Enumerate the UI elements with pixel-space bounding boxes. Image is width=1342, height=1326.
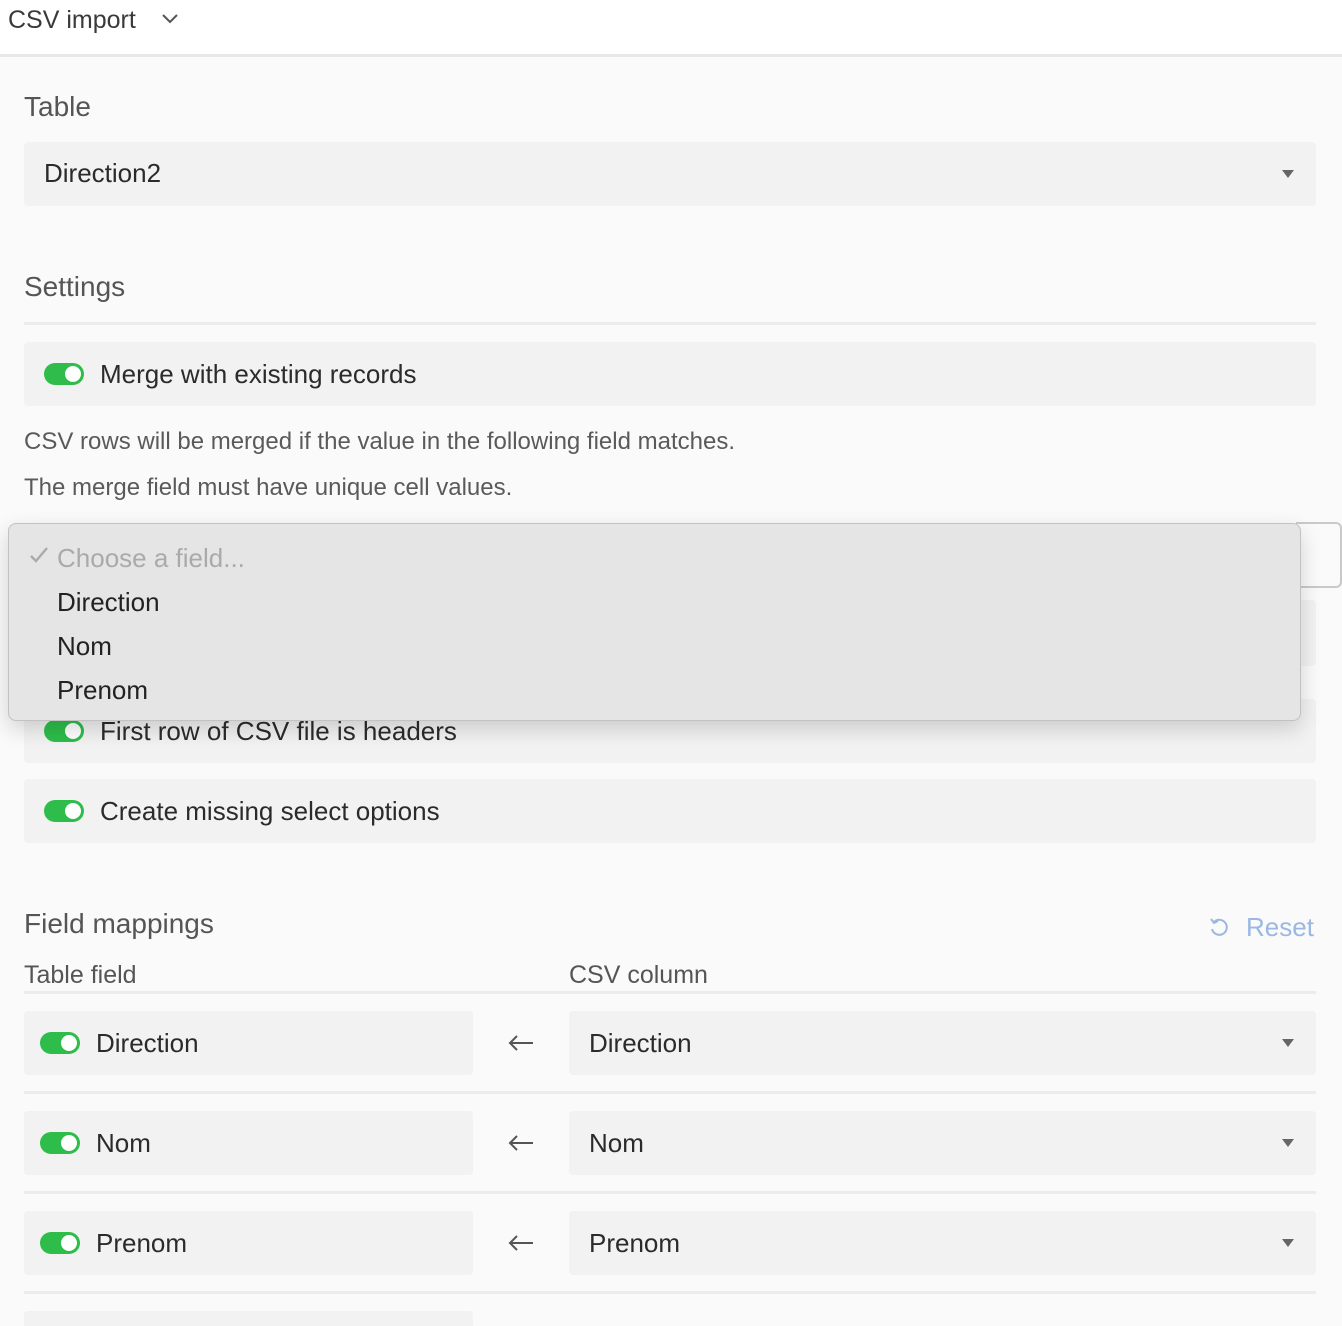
settings-heading: Settings bbox=[24, 271, 126, 302]
csv-column-value: Prenom bbox=[589, 1228, 681, 1258]
mapping-toggle[interactable] bbox=[40, 1032, 80, 1054]
import-mode-title[interactable]: CSV import bbox=[8, 6, 136, 35]
mapping-table-field-label: Nom bbox=[96, 1128, 151, 1158]
csv-column-value: Nom bbox=[589, 1128, 644, 1158]
caret-down-icon bbox=[1282, 1139, 1294, 1147]
mapping-row-table-field bbox=[24, 1311, 473, 1326]
mapping-toggle[interactable] bbox=[40, 1232, 80, 1254]
arrow-left-icon bbox=[508, 1035, 533, 1051]
arrow-left-icon bbox=[508, 1135, 533, 1151]
divider bbox=[24, 1091, 1316, 1094]
caret-down-icon bbox=[1282, 1039, 1294, 1047]
caret-down-icon bbox=[1282, 1239, 1294, 1247]
mapping-row-table-field: Prenom bbox=[24, 1211, 473, 1275]
caret-down-icon bbox=[1282, 170, 1294, 178]
menu-option-direction[interactable]: Direction bbox=[57, 587, 160, 618]
reset-icon[interactable] bbox=[1208, 916, 1230, 938]
create-options-toggle[interactable] bbox=[44, 800, 84, 822]
chevron-down-icon[interactable] bbox=[160, 12, 180, 26]
csv-column-value: Direction bbox=[589, 1028, 692, 1058]
merge-label: Merge with existing records bbox=[100, 359, 417, 389]
divider bbox=[24, 1191, 1316, 1194]
divider bbox=[24, 322, 1316, 325]
reset-button[interactable]: Reset bbox=[1246, 912, 1314, 943]
mapping-row-table-field: Nom bbox=[24, 1111, 473, 1175]
mapping-row-table-field: Direction bbox=[24, 1011, 473, 1075]
create-options-setting-row: Create missing select options bbox=[24, 779, 1316, 843]
csv-column-select[interactable]: Prenom bbox=[569, 1211, 1316, 1275]
mapping-table-field-label: Prenom bbox=[96, 1228, 188, 1258]
csv-column-header: CSV column bbox=[569, 961, 708, 989]
csv-column-select[interactable]: Nom bbox=[569, 1111, 1316, 1175]
headers-toggle[interactable] bbox=[44, 720, 84, 742]
divider bbox=[24, 991, 1316, 994]
merge-field-dropdown-menu: Choose a field... Direction Nom Prenom bbox=[8, 523, 1301, 721]
merge-helper-text: CSV rows will be merged if the value in … bbox=[24, 428, 735, 455]
mapping-toggle[interactable] bbox=[40, 1132, 80, 1154]
mapping-table-field-label: Direction bbox=[96, 1028, 199, 1058]
create-options-label: Create missing select options bbox=[100, 796, 440, 826]
table-field-column-header: Table field bbox=[24, 961, 137, 989]
csv-column-select[interactable]: Direction bbox=[569, 1011, 1316, 1075]
checkmark-icon bbox=[30, 547, 48, 563]
merge-field-select[interactable] bbox=[1296, 522, 1342, 588]
arrow-left-icon bbox=[508, 1235, 533, 1251]
menu-option-placeholder[interactable]: Choose a field... bbox=[57, 543, 245, 574]
table-select-value: Direction2 bbox=[44, 158, 162, 188]
merge-toggle[interactable] bbox=[44, 363, 84, 385]
menu-option-nom[interactable]: Nom bbox=[57, 631, 112, 662]
menu-option-prenom[interactable]: Prenom bbox=[57, 675, 148, 706]
divider bbox=[24, 1291, 1316, 1294]
merge-setting-row: Merge with existing records bbox=[24, 342, 1316, 406]
merge-helper-text-2: The merge field must have unique cell va… bbox=[24, 474, 513, 501]
table-heading: Table bbox=[24, 91, 91, 122]
table-select[interactable]: Direction2 bbox=[24, 142, 1316, 206]
top-bar bbox=[0, 0, 1342, 57]
field-mappings-heading: Field mappings bbox=[24, 908, 214, 939]
